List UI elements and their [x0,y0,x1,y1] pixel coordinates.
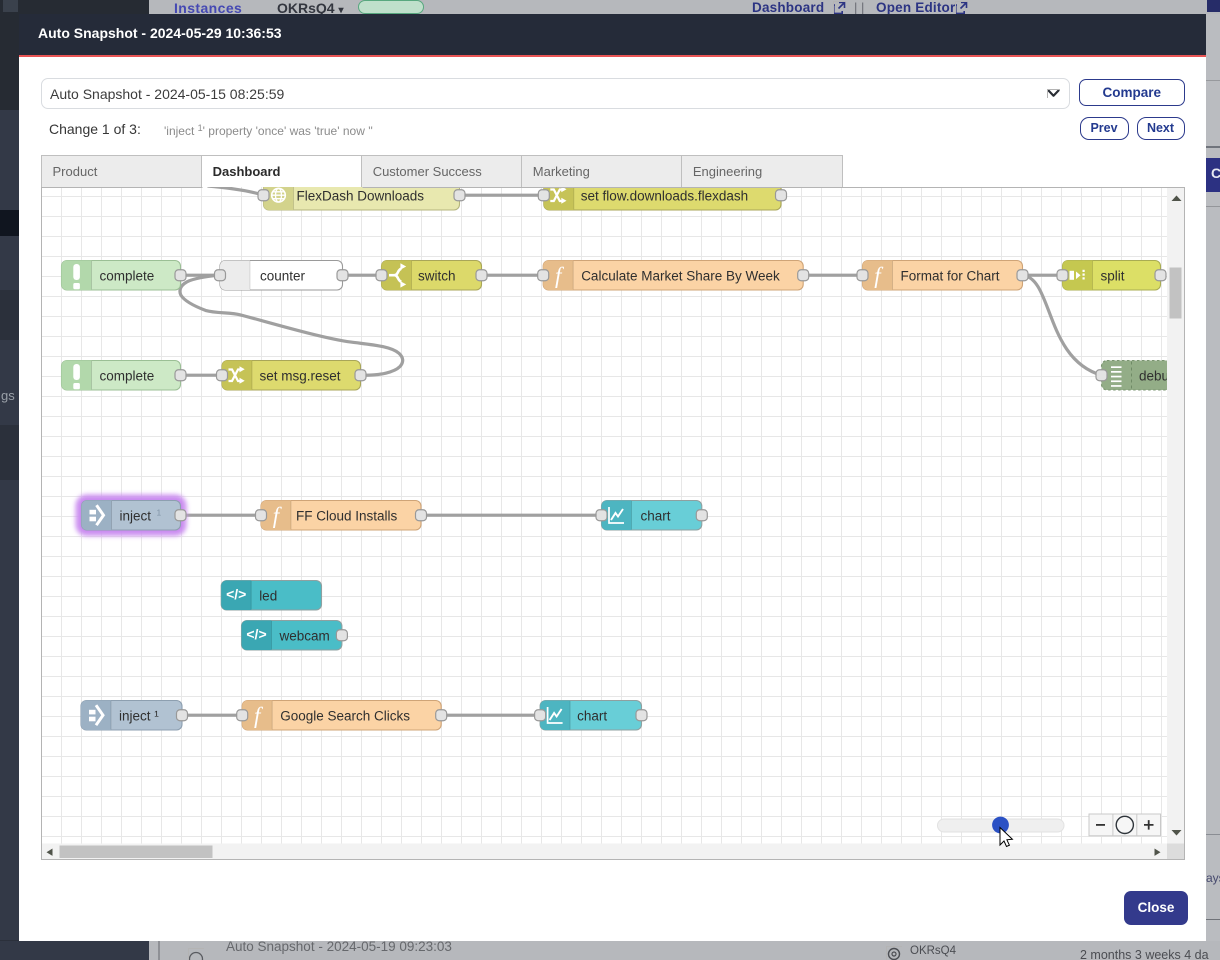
svg-text:Format for Chart: Format for Chart [900,268,999,283]
svg-text:webcam: webcam [278,628,329,643]
svg-text:led: led [259,588,277,603]
svg-text:set msg.reset: set msg.reset [259,368,340,383]
svg-text:Google Search Clicks: Google Search Clicks [280,708,410,723]
svg-text:set flow.downloads.flexdash: set flow.downloads.flexdash [580,188,747,203]
svg-text:Calculate Market Share By Week: Calculate Market Share By Week [581,268,780,283]
svg-text:split: split [1100,268,1124,283]
svg-text:chart: chart [640,508,670,523]
svg-text:1: 1 [156,507,161,517]
svg-text:FlexDash Downloads: FlexDash Downloads [296,188,424,203]
svg-text:inject ¹: inject ¹ [119,708,159,723]
svg-text:complete: complete [99,368,154,383]
svg-text:chart: chart [577,708,607,723]
svg-text:complete: complete [99,268,154,283]
svg-text:inject: inject [119,508,151,523]
svg-text:</>: </> [246,626,266,642]
svg-text:switch: switch [418,268,456,283]
svg-text:FF Cloud Installs: FF Cloud Installs [296,508,398,523]
svg-text:counter: counter [260,268,306,283]
svg-text:</>: </> [226,586,246,602]
